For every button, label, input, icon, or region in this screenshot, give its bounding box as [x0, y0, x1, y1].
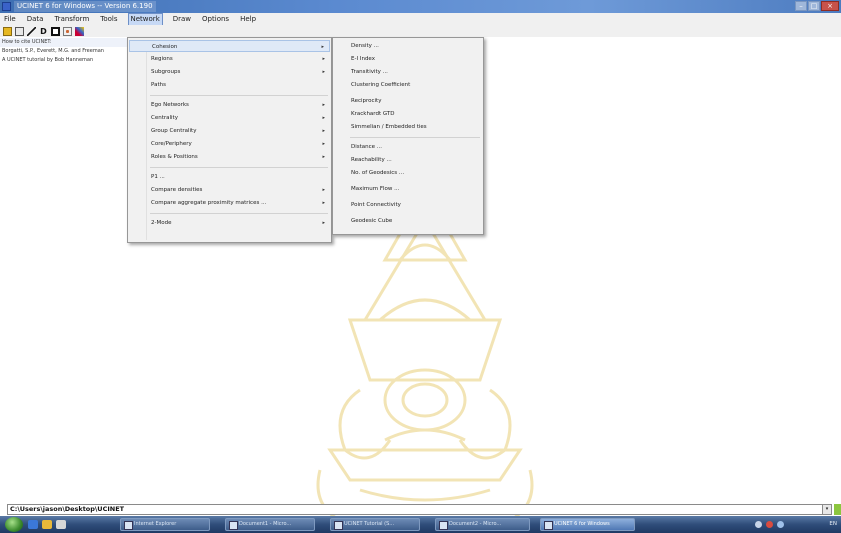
taskbar-item[interactable]: Document1 - Micro...	[225, 518, 315, 531]
menu-item-roles-positions[interactable]: Roles & Positions ▸	[129, 151, 330, 163]
submenu-arrow-icon: ▸	[322, 187, 325, 193]
window-controls: – □ ×	[795, 1, 839, 12]
log-line: Borgatti, S.P., Everett, M.G. and Freema…	[2, 48, 104, 54]
submenu-arrow-icon: ▸	[322, 56, 325, 62]
taskbar-item[interactable]: Internet Explorer	[120, 518, 210, 531]
windows-taskbar: Internet Explorer Document1 - Micro... U…	[0, 516, 841, 533]
menu-transform[interactable]: Transform	[53, 14, 90, 25]
tray-alert-icon[interactable]	[766, 521, 773, 528]
log-line: A UCINET tutorial by Bob Hanneman	[2, 57, 94, 63]
menu-options[interactable]: Options	[201, 14, 230, 25]
window-title: UCINET 6 for Windows -- Version 6.190	[14, 1, 156, 12]
menu-help[interactable]: Help	[239, 14, 257, 25]
submenu-arrow-icon: ▸	[322, 200, 325, 206]
toolbar: D	[0, 25, 841, 37]
current-folder-combobox[interactable]: C:\Users\jason\Desktop\UCINET ▾	[7, 504, 832, 515]
ucinet-app-icon	[2, 2, 11, 11]
menu-item-2-mode[interactable]: 2-Mode ▸	[129, 217, 330, 229]
menu-separator	[150, 95, 328, 96]
menu-network[interactable]: Network	[127, 12, 163, 26]
menu-separator	[350, 137, 480, 138]
menu-file[interactable]: File	[3, 14, 17, 25]
cohesion-submenu: Density ... E-I Index Transitivity ... C…	[332, 37, 484, 235]
menu-item-transitivity[interactable]: Transitivity ...	[334, 66, 482, 78]
menu-item-regions[interactable]: Regions ▸	[129, 53, 330, 65]
window-titlebar: UCINET 6 for Windows -- Version 6.190 – …	[0, 0, 841, 13]
menu-item-point-connectivity[interactable]: Point Connectivity	[334, 199, 482, 211]
menu-item-p1[interactable]: P1 ...	[129, 171, 330, 183]
menu-draw[interactable]: Draw	[172, 14, 192, 25]
menu-item-reciprocity[interactable]: Reciprocity	[334, 95, 482, 107]
minimize-button[interactable]: –	[795, 1, 807, 11]
menu-item-paths[interactable]: Paths	[129, 79, 330, 91]
menu-item-subgroups[interactable]: Subgroups ▸	[129, 66, 330, 78]
maximize-button[interactable]: □	[808, 1, 820, 11]
tray-volume-icon[interactable]	[777, 521, 784, 528]
menu-tools[interactable]: Tools	[99, 14, 118, 25]
open-folder-icon[interactable]	[3, 26, 12, 36]
menu-data[interactable]: Data	[26, 14, 45, 25]
submenu-arrow-icon: ▸	[322, 69, 325, 75]
submenu-arrow-icon: ▸	[322, 141, 325, 147]
tray-network-icon[interactable]	[755, 521, 762, 528]
menu-item-maximum-flow[interactable]: Maximum Flow ...	[334, 183, 482, 195]
menu-item-compare-densities[interactable]: Compare densities ▸	[129, 184, 330, 196]
menu-item-centrality[interactable]: Centrality ▸	[129, 112, 330, 124]
submenu-arrow-icon: ▸	[322, 128, 325, 134]
submenu-arrow-icon: ▸	[322, 154, 325, 160]
menu-item-group-centrality[interactable]: Group Centrality ▸	[129, 125, 330, 137]
tray-language[interactable]: EN	[829, 519, 837, 530]
menu-separator	[150, 167, 328, 168]
taskbar-item[interactable]: Document2 - Micro...	[435, 518, 530, 531]
log-area: How to cite UCINET: Borgatti, S.P., Ever…	[0, 38, 128, 65]
desktop-quicklaunch-icon[interactable]	[56, 520, 66, 529]
menu-item-distance[interactable]: Distance ...	[334, 141, 482, 153]
taskbar-item[interactable]: UCINET Tutorial (S...	[330, 518, 420, 531]
status-indicator	[834, 504, 841, 515]
close-button[interactable]: ×	[821, 1, 839, 11]
menu-item-ei-index[interactable]: E-I Index	[334, 53, 482, 65]
menu-item-simmelian-ties[interactable]: Simmelian / Embedded ties	[334, 121, 482, 133]
menu-item-clustering-coefficient[interactable]: Clustering Coefficient	[334, 79, 482, 91]
menu-item-geodesic-cube[interactable]: Geodesic Cube	[334, 215, 482, 227]
menu-item-ego-networks[interactable]: Ego Networks ▸	[129, 99, 330, 111]
network-dropdown-menu: Cohesion ▸ Regions ▸ Subgroups ▸ Paths Ego …	[127, 37, 332, 243]
menu-separator	[150, 213, 328, 214]
submenu-arrow-icon: ▸	[322, 115, 325, 121]
chevron-down-icon[interactable]: ▾	[822, 505, 831, 514]
submenu-arrow-icon: ▸	[322, 102, 325, 108]
menu-item-density[interactable]: Density ...	[334, 40, 482, 52]
menu-item-cohesion[interactable]: Cohesion ▸	[129, 40, 330, 52]
submenu-arrow-icon: ▸	[321, 44, 324, 50]
current-folder-path: C:\Users\jason\Desktop\UCINET	[10, 505, 125, 513]
log-line: How to cite UCINET:	[0, 38, 128, 47]
netdraw-icon[interactable]	[75, 26, 84, 36]
menu-bar: File Data Transform Tools Network Draw O…	[0, 12, 841, 26]
menu-item-krackhardt-gtd[interactable]: Krackhardt GTD	[334, 108, 482, 120]
submenu-arrow-icon: ▸	[322, 220, 325, 226]
graph-icon[interactable]	[63, 26, 72, 36]
line-tool-icon[interactable]	[27, 26, 36, 36]
network-icon[interactable]	[51, 26, 60, 36]
matrix-editor-icon[interactable]	[15, 26, 24, 36]
menu-item-reachability[interactable]: Reachability ...	[334, 154, 482, 166]
explorer-quicklaunch-icon[interactable]	[42, 520, 52, 529]
menu-item-core-periphery[interactable]: Core/Periphery ▸	[129, 138, 330, 150]
start-button[interactable]	[5, 517, 23, 532]
ie-quicklaunch-icon[interactable]	[28, 520, 38, 529]
menu-item-no-of-geodesics[interactable]: No. of Geodesics ...	[334, 167, 482, 179]
menu-item-compare-proximity[interactable]: Compare aggregate proximity matrices ...…	[129, 197, 330, 209]
d-letter-icon[interactable]: D	[39, 27, 48, 36]
taskbar-item-active[interactable]: UCINET 6 for Windows	[540, 518, 635, 531]
